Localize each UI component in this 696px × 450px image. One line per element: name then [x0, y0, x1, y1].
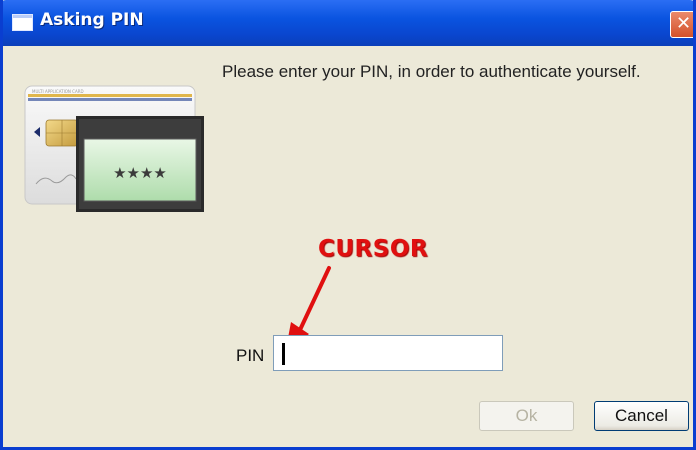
window-title: Asking PIN — [40, 10, 144, 30]
cancel-button[interactable]: Cancel — [594, 401, 689, 431]
svg-text:MULTI APPLICATION CARD: MULTI APPLICATION CARD — [32, 89, 84, 94]
ok-button[interactable]: Ok — [479, 401, 574, 431]
asking-pin-dialog: Asking PIN ✕ Please enter your PIN, in o… — [0, 0, 696, 450]
pin-input[interactable] — [273, 335, 503, 371]
smart-card-icon: MULTI APPLICATION CARD NAME ID ★★★★ — [24, 85, 204, 212]
title-bar[interactable]: Asking PIN ✕ — [3, 0, 693, 46]
pin-label: PIN — [236, 346, 265, 365]
text-cursor-caret — [282, 343, 285, 365]
close-button[interactable]: ✕ — [670, 11, 693, 38]
svg-text:★★★★: ★★★★ — [113, 164, 167, 182]
window-icon — [12, 14, 33, 31]
instruction-message: Please enter your PIN, in order to authe… — [222, 62, 641, 81]
cursor-annotation-label: CURSOR — [318, 236, 429, 262]
